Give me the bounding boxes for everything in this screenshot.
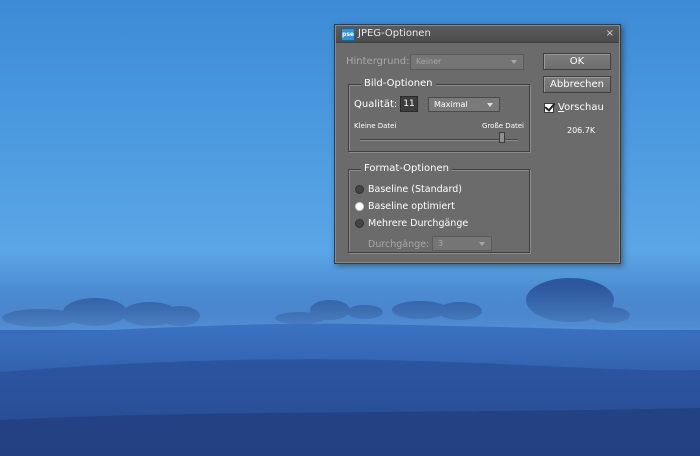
radio-button[interactable] [355, 219, 364, 228]
dialog-title: JPEG-Optionen [358, 28, 431, 39]
quality-slider-track[interactable] [360, 139, 518, 141]
radio-label: Mehrere Durchgänge [368, 218, 469, 229]
background-dropdown[interactable]: Keiner [410, 54, 524, 70]
photoshop-elements-icon: pse [341, 28, 355, 41]
passes-dropdown-value: 3 [438, 239, 444, 248]
small-file-label: Kleine Datei [354, 122, 397, 130]
desktop-background: pse JPEG-Optionen × Hintergrund: Keiner … [0, 0, 700, 456]
file-size-readout: 206.7K [567, 126, 596, 135]
chevron-down-icon [511, 60, 517, 64]
format-options-title: Format-Optionen [361, 163, 452, 175]
quality-label: Qualität: [354, 99, 398, 110]
passes-dropdown[interactable]: 3 [432, 236, 492, 251]
radio-button-selected[interactable] [355, 202, 364, 211]
radio-label: Baseline optimiert [368, 201, 455, 212]
passes-label: Durchgänge: [368, 239, 430, 250]
preview-checkbox[interactable] [544, 100, 556, 113]
chevron-down-icon [479, 241, 485, 246]
close-icon[interactable]: × [606, 27, 614, 41]
quality-input[interactable]: 11 [400, 96, 418, 112]
image-options-group: Bild-Optionen Qualität: 11 Maximal Klein… [348, 78, 530, 152]
checkmark-icon [544, 100, 556, 112]
dialog-titlebar[interactable]: pse JPEG-Optionen × [336, 26, 619, 43]
background-label: Hintergrund: [346, 56, 410, 67]
radio-label: Baseline (Standard) [368, 184, 462, 195]
jpeg-options-dialog: pse JPEG-Optionen × Hintergrund: Keiner … [334, 24, 621, 264]
quality-preset-value: Maximal [434, 100, 468, 109]
ok-button[interactable]: OK [543, 53, 611, 70]
format-options-group: Format-Optionen Baseline (Standard) Base… [348, 163, 530, 253]
preview-label-rest: orschau [564, 102, 604, 113]
large-file-label: Große Datei [481, 122, 524, 130]
quality-preset-dropdown[interactable]: Maximal [428, 97, 500, 112]
quality-slider-handle[interactable] [499, 132, 505, 143]
radio-button[interactable] [355, 185, 364, 194]
chevron-down-icon [487, 102, 493, 107]
background-dropdown-value: Keiner [416, 57, 442, 66]
image-options-title: Bild-Optionen [361, 78, 436, 90]
preview-label[interactable]: Vorschau [558, 102, 604, 114]
cancel-button[interactable]: Abbrechen [543, 76, 611, 93]
